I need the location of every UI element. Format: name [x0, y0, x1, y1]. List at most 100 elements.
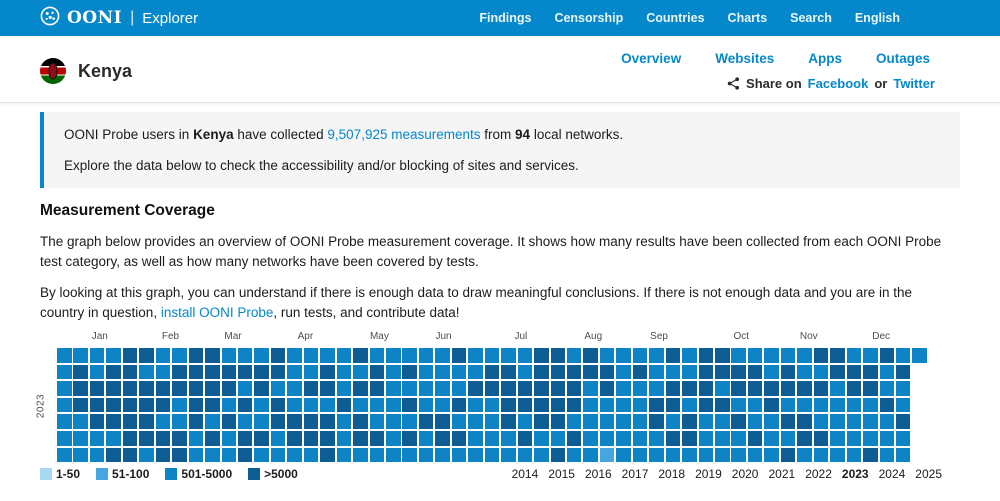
heatmap-cell[interactable] — [221, 397, 236, 413]
share-facebook-link[interactable]: Facebook — [808, 76, 869, 91]
heatmap-cell[interactable] — [501, 348, 516, 363]
heatmap-cell[interactable] — [386, 381, 401, 396]
heatmap-cell[interactable] — [188, 397, 204, 413]
heatmap-cell[interactable] — [566, 348, 582, 363]
heatmap-cell[interactable] — [188, 447, 204, 463]
heatmap-cell[interactable] — [402, 431, 417, 446]
year-2025[interactable]: 2025 — [915, 467, 942, 481]
heatmap-cell[interactable] — [879, 364, 894, 380]
heatmap-cell[interactable] — [451, 431, 467, 446]
heatmap-cell[interactable] — [386, 348, 401, 363]
heatmap-cell[interactable] — [682, 348, 697, 363]
heatmap-cell[interactable] — [237, 364, 253, 380]
heatmap-cell[interactable] — [682, 447, 697, 463]
heatmap-cell[interactable] — [386, 447, 401, 463]
heatmap-cell[interactable] — [172, 397, 187, 413]
heatmap-cell[interactable] — [369, 397, 385, 413]
heatmap-cell[interactable] — [336, 381, 352, 396]
heatmap-cell[interactable] — [517, 348, 533, 363]
heatmap-cell[interactable] — [813, 447, 829, 463]
heatmap-cell[interactable] — [155, 397, 171, 413]
heatmap-cell[interactable] — [895, 431, 911, 446]
heatmap-cell[interactable] — [747, 381, 763, 396]
heatmap-cell[interactable] — [353, 447, 368, 463]
heatmap-cell[interactable] — [863, 447, 878, 463]
heatmap-cell[interactable] — [830, 414, 845, 429]
heatmap-cell[interactable] — [57, 431, 72, 446]
heatmap-cell[interactable] — [649, 348, 664, 363]
heatmap-cell[interactable] — [747, 447, 763, 463]
heatmap-cell[interactable] — [715, 447, 730, 463]
heatmap-cell[interactable] — [780, 364, 796, 380]
heatmap-cell[interactable] — [879, 348, 894, 363]
heatmap-cell[interactable] — [731, 447, 746, 463]
heatmap-cell[interactable] — [895, 397, 911, 413]
tab-outages[interactable]: Outages — [876, 51, 930, 66]
heatmap-cell[interactable] — [534, 414, 549, 429]
heatmap-cell[interactable] — [830, 431, 845, 446]
heatmap-cell[interactable] — [353, 381, 368, 396]
heatmap-cell[interactable] — [139, 364, 154, 380]
heatmap-cell[interactable] — [172, 364, 187, 380]
heatmap-cell[interactable] — [221, 414, 236, 429]
heatmap-cell[interactable] — [813, 381, 829, 396]
heatmap-cell[interactable] — [468, 381, 483, 396]
heatmap-cell[interactable] — [270, 414, 286, 429]
heatmap-cell[interactable] — [57, 364, 72, 380]
heatmap-cell[interactable] — [665, 381, 681, 396]
tab-apps[interactable]: Apps — [808, 51, 842, 66]
heatmap-cell[interactable] — [534, 431, 549, 446]
heatmap-cell[interactable] — [797, 364, 812, 380]
heatmap-cell[interactable] — [715, 431, 730, 446]
heatmap-cell[interactable] — [353, 431, 368, 446]
heatmap-cell[interactable] — [780, 431, 796, 446]
heatmap-cell[interactable] — [418, 364, 434, 380]
heatmap-cell[interactable] — [895, 414, 911, 429]
heatmap-cell[interactable] — [336, 447, 352, 463]
heatmap-cell[interactable] — [188, 414, 204, 429]
year-2019[interactable]: 2019 — [695, 467, 722, 481]
year-2016[interactable]: 2016 — [585, 467, 612, 481]
heatmap-cell[interactable] — [632, 348, 648, 363]
heatmap-cell[interactable] — [550, 364, 565, 380]
heatmap-cell[interactable] — [270, 447, 286, 463]
heatmap-cell[interactable] — [205, 397, 220, 413]
heatmap-cell[interactable] — [566, 364, 582, 380]
heatmap-cell[interactable] — [353, 348, 368, 363]
heatmap-cell[interactable] — [402, 397, 417, 413]
heatmap-cell[interactable] — [797, 447, 812, 463]
heatmap-cell[interactable] — [682, 414, 697, 429]
share-twitter-link[interactable]: Twitter — [893, 76, 935, 91]
heatmap-cell[interactable] — [303, 364, 319, 380]
heatmap-cell[interactable] — [287, 381, 302, 396]
heatmap-cell[interactable] — [254, 431, 269, 446]
heatmap-cell[interactable] — [353, 414, 368, 429]
heatmap-cell[interactable] — [566, 414, 582, 429]
heatmap-cell[interactable] — [895, 348, 911, 363]
heatmap-cell[interactable] — [57, 447, 72, 463]
heatmap-cell[interactable] — [172, 431, 187, 446]
heatmap-cell[interactable] — [698, 431, 714, 446]
heatmap-cell[interactable] — [353, 397, 368, 413]
heatmap-cell[interactable] — [912, 348, 927, 363]
heatmap-cell[interactable] — [435, 348, 450, 363]
heatmap-cell[interactable] — [369, 447, 385, 463]
heatmap-cell[interactable] — [599, 348, 615, 363]
year-2018[interactable]: 2018 — [658, 467, 685, 481]
heatmap-cell[interactable] — [698, 414, 714, 429]
heatmap-cell[interactable] — [122, 447, 138, 463]
heatmap-cell[interactable] — [879, 381, 894, 396]
heatmap-cell[interactable] — [320, 447, 335, 463]
heatmap-cell[interactable] — [484, 364, 500, 380]
heatmap-cell[interactable] — [73, 364, 88, 380]
year-2015[interactable]: 2015 — [548, 467, 575, 481]
year-2022[interactable]: 2022 — [805, 467, 832, 481]
year-2024[interactable]: 2024 — [879, 467, 906, 481]
heatmap-cell[interactable] — [846, 431, 862, 446]
heatmap-cell[interactable] — [73, 431, 88, 446]
heatmap-cell[interactable] — [517, 364, 533, 380]
heatmap-cell[interactable] — [517, 447, 533, 463]
heatmap-cell[interactable] — [665, 431, 681, 446]
heatmap-cell[interactable] — [122, 364, 138, 380]
heatmap-cell[interactable] — [649, 414, 664, 429]
